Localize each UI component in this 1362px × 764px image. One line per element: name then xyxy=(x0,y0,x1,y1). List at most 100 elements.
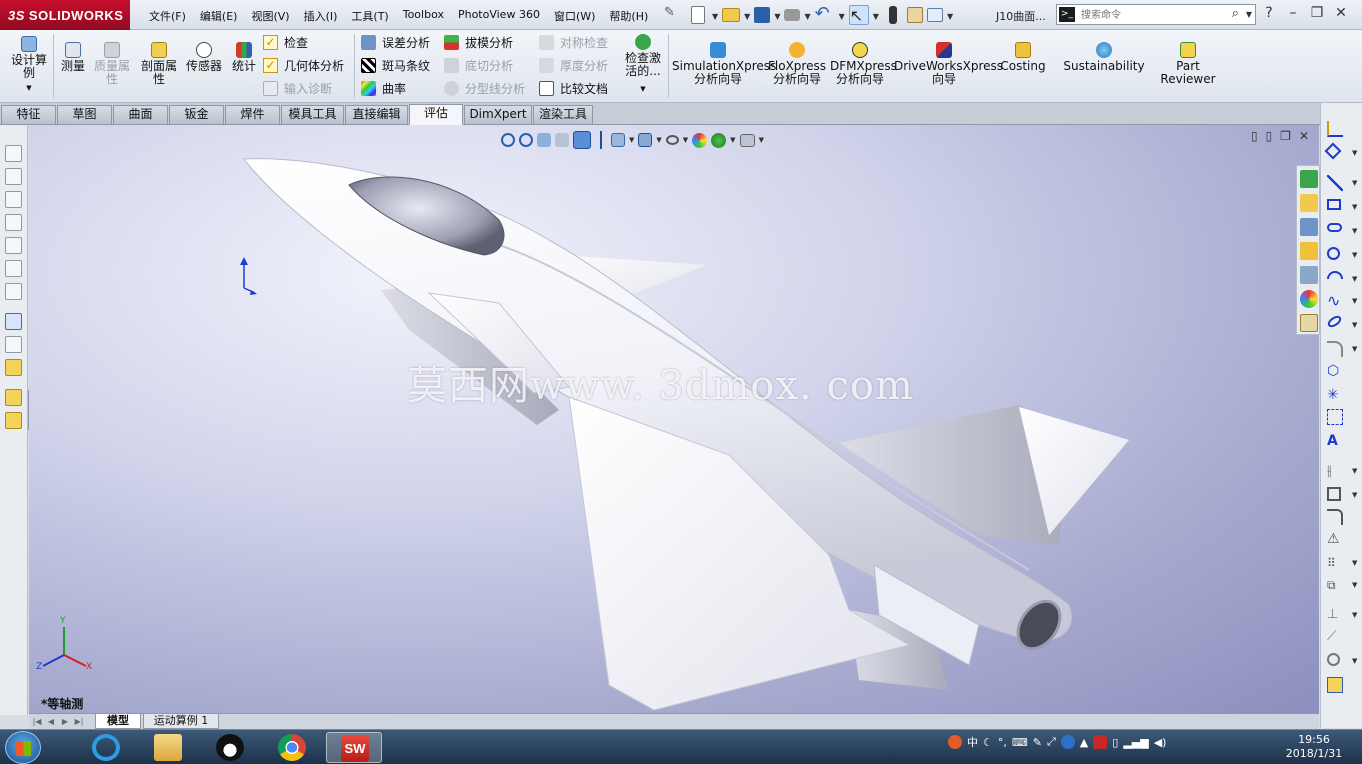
symmetry-check-button[interactable]: 对称检查 xyxy=(539,32,608,52)
volume-icon[interactable]: ◀) xyxy=(1154,736,1167,749)
sogou-ime-icon[interactable] xyxy=(948,735,962,749)
undercut-analysis-button[interactable]: 底切分析 xyxy=(444,55,513,75)
rapid-sketch-icon[interactable] xyxy=(1327,677,1343,693)
rebuild-traffic-light-icon[interactable] xyxy=(888,6,897,24)
chevron-down-icon[interactable]: ▼ xyxy=(1352,611,1357,619)
line-icon[interactable] xyxy=(1327,175,1343,191)
simulation-xpress-button[interactable]: SimulationXpress 分析向导 xyxy=(672,42,776,86)
move-entities-icon[interactable]: ⧉ xyxy=(1327,577,1343,593)
chevron-down-icon[interactable]: ▼ xyxy=(1352,657,1357,665)
front-view-icon[interactable] xyxy=(5,145,22,162)
taskbar-solidworks[interactable]: SW xyxy=(326,732,382,763)
driveworks-xpress-button[interactable]: DriveWorksXpress 向导 xyxy=(894,42,1003,86)
view-orientation-icon[interactable] xyxy=(573,131,591,149)
geometry-analysis-button[interactable]: ✓ 几何体分析 xyxy=(263,55,344,75)
chevron-down-icon[interactable]: ▼ xyxy=(1352,321,1357,329)
spline-icon[interactable]: ∿ xyxy=(1327,293,1343,309)
chevron-down-icon[interactable]: ▼ xyxy=(759,136,764,144)
pin-icon[interactable]: ✎ xyxy=(664,5,684,25)
chevron-down-icon[interactable]: ▼ xyxy=(1352,581,1357,589)
zebra-stripes-button[interactable]: 斑马条纹 xyxy=(361,55,430,75)
split-horizontal-icon[interactable]: ▯ xyxy=(1251,129,1258,143)
display-pane-icon[interactable] xyxy=(5,389,22,406)
graphics-area[interactable]: Y X Z ▼ ▼ ▼ ▼ ▼ ▯ ▯ ❐ ✕ 莫西网www. 3dmox. c… xyxy=(29,125,1319,713)
chevron-down-icon[interactable]: ▼ xyxy=(1352,179,1357,187)
tab-model[interactable]: 模型 xyxy=(95,714,141,729)
keyboard-icon[interactable]: ⌨ xyxy=(1012,736,1028,749)
chevron-down-icon[interactable]: ▼ xyxy=(1352,559,1357,567)
settings-wrench-icon[interactable]: ✎ xyxy=(1033,736,1042,749)
check-active-button[interactable]: 检查激活的... ▼ xyxy=(619,34,667,96)
tab-direct-editing[interactable]: 直接编辑 xyxy=(345,105,408,124)
sustainability-button[interactable]: Sustainability xyxy=(1062,42,1146,73)
viewport-restore-icon[interactable]: ❐ xyxy=(1280,129,1291,143)
open-folder-icon[interactable] xyxy=(722,8,741,22)
punctuation-icon[interactable]: °, xyxy=(998,736,1007,749)
chevron-down-icon[interactable]: ▼ xyxy=(839,5,845,25)
apply-scene-icon[interactable] xyxy=(711,132,727,148)
linear-pattern-icon[interactable]: ⠿ xyxy=(1327,555,1343,571)
first-tab-icon[interactable]: |◀ xyxy=(31,715,43,728)
tab-sheet-metal[interactable]: 钣金 xyxy=(169,105,224,124)
sketch-icon[interactable] xyxy=(1327,121,1343,137)
sensor-button[interactable]: 传感器 xyxy=(184,42,224,73)
save-icon[interactable] xyxy=(754,7,771,23)
previous-view-icon[interactable] xyxy=(537,133,551,147)
appearances-icon[interactable] xyxy=(1300,290,1318,308)
menu-window[interactable]: 窗口(W) xyxy=(547,8,602,24)
menu-view[interactable]: 视图(V) xyxy=(244,8,296,24)
smart-dimension-icon[interactable] xyxy=(1324,142,1342,160)
smart-dimension-icon[interactable] xyxy=(5,336,22,353)
dfmxpress-button[interactable]: DFMXpress 分析向导 xyxy=(830,42,897,86)
next-tab-icon[interactable]: ▶ xyxy=(59,715,71,728)
chevron-down-icon[interactable]: ▼ xyxy=(774,5,780,25)
menu-file[interactable]: 文件(F) xyxy=(142,8,193,24)
menu-photoview[interactable]: PhotoView 360 xyxy=(451,8,547,24)
relations-icon[interactable] xyxy=(5,359,22,376)
tab-mold-tools[interactable]: 模具工具 xyxy=(281,105,344,124)
import-diagnostics-button[interactable]: 输入诊断 xyxy=(263,78,332,98)
search-input[interactable] xyxy=(1081,8,1221,23)
moon-icon[interactable]: ☾ xyxy=(983,736,993,749)
parting-line-analysis-button[interactable]: 分型线分析 xyxy=(444,78,525,98)
chevron-down-icon[interactable]: ▼ xyxy=(683,136,688,144)
chevron-down-icon[interactable]: ▼ xyxy=(1352,251,1357,259)
chevron-down-icon[interactable]: ▼ xyxy=(744,5,750,25)
chevron-down-icon[interactable]: ▼ xyxy=(947,5,953,25)
tab-surfaces[interactable]: 曲面 xyxy=(113,105,168,124)
chevron-down-icon[interactable]: ▼ xyxy=(1352,491,1357,499)
menu-toolbox[interactable]: Toolbox xyxy=(396,8,451,24)
statistics-button[interactable]: 统计 xyxy=(228,42,260,73)
bottom-view-icon[interactable] xyxy=(5,260,22,277)
chevron-down-icon[interactable]: ▼ xyxy=(712,5,718,25)
isometric-view-icon[interactable] xyxy=(5,283,22,300)
close-icon[interactable]: ✕ xyxy=(1334,5,1348,21)
command-search[interactable]: >_ ⌕ ▼ xyxy=(1056,4,1256,25)
thickness-analysis-button[interactable]: 厚度分析 xyxy=(539,55,608,75)
deviation-analysis-button[interactable]: 误差分析 xyxy=(361,32,430,52)
point-icon[interactable]: ✳ xyxy=(1327,387,1343,403)
zoom-to-area-icon[interactable] xyxy=(519,133,533,147)
zoom-to-fit-icon[interactable] xyxy=(501,133,515,147)
chevron-down-icon[interactable]: ▼ xyxy=(629,136,634,144)
measure-button[interactable]: 测量 xyxy=(58,42,88,73)
display-style-icon[interactable] xyxy=(611,133,625,147)
last-tab-icon[interactable]: ▶| xyxy=(73,715,85,728)
design-library-icon[interactable] xyxy=(1300,218,1318,236)
tab-motion-study[interactable]: 运动算例 1 xyxy=(143,714,219,729)
draft-analysis-button[interactable]: 拔模分析 xyxy=(444,32,513,52)
section-properties-button[interactable]: 剖面属性 xyxy=(138,42,180,86)
polygon-icon[interactable]: ⬡ xyxy=(1327,363,1343,379)
section-view-icon[interactable] xyxy=(555,133,569,147)
text-icon[interactable]: A xyxy=(1327,433,1343,449)
file-properties-icon[interactable] xyxy=(906,7,923,23)
edit-appearance-icon[interactable] xyxy=(692,132,708,148)
tab-render-tools[interactable]: 渲染工具 xyxy=(533,105,593,124)
compare-documents-button[interactable]: 比较文档 xyxy=(539,78,608,98)
chevron-down-icon[interactable]: ▼ xyxy=(1246,10,1252,19)
design-study-button[interactable]: 设计算例 ▼ xyxy=(8,36,50,95)
circle-icon[interactable] xyxy=(1327,247,1340,260)
viewport-close-icon[interactable]: ✕ xyxy=(1299,129,1309,143)
sketch-pencil-icon[interactable] xyxy=(5,313,22,330)
rectangle-icon[interactable] xyxy=(1327,199,1341,210)
